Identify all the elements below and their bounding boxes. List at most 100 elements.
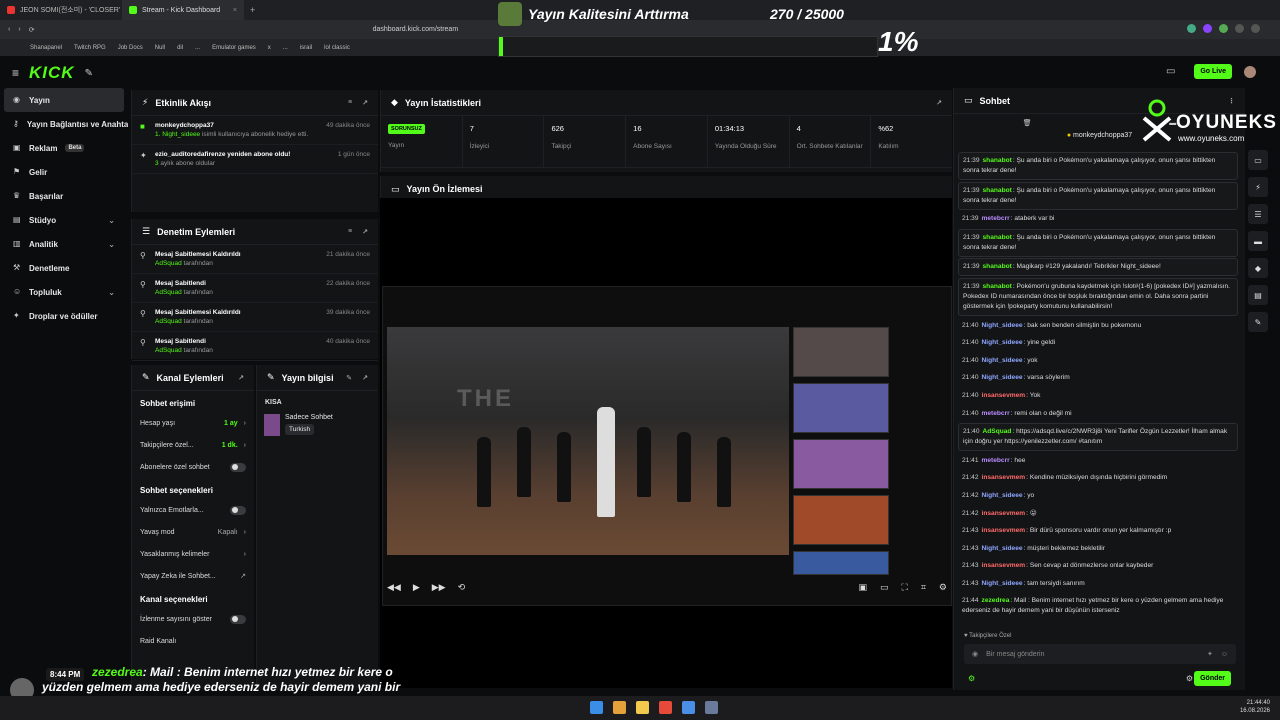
popout-icon[interactable]: ↗ [362, 99, 368, 107]
message-user[interactable]: shanabot [983, 187, 1012, 194]
settings-icon[interactable]: ⚙ [939, 582, 947, 593]
video-thumbnail[interactable] [793, 439, 889, 489]
popout-icon[interactable]: ↗ [362, 374, 368, 382]
fullscreen-icon[interactable]: ⛶ [902, 582, 908, 593]
start-icon[interactable] [590, 701, 603, 714]
bookmark[interactable]: Emulator games [212, 45, 256, 51]
forward-icon[interactable]: ▶▶ [432, 582, 446, 593]
message-user[interactable]: metebcrr [982, 215, 1010, 222]
bookmark[interactable]: Null [155, 45, 165, 51]
settings-icon[interactable]: ⚙ [1186, 674, 1193, 683]
bookmark[interactable]: ... [283, 45, 288, 51]
studio-icon[interactable]: ▭ [1166, 66, 1175, 77]
layers-icon[interactable]: ▤ [1248, 285, 1268, 305]
bookmark[interactable]: ... [195, 45, 200, 51]
sidebar-item-moderation[interactable]: ⚒ Denetleme [0, 256, 128, 280]
bookmark[interactable]: x [268, 45, 271, 51]
emote-only-toggle[interactable]: Yalnızca Emotlarla... [132, 499, 254, 521]
sidebar-item-yayin[interactable]: ◉ Yayın [4, 88, 124, 112]
url-field[interactable]: dashboard.kick.com/stream [373, 26, 459, 33]
trash-icon[interactable]: 🗑 [1023, 119, 1032, 127]
followers-only-select[interactable]: Takipçilere özel... 1 dk. › [132, 434, 254, 456]
message-user[interactable]: insansevmem [982, 562, 1026, 569]
extension-icon[interactable] [1251, 24, 1260, 33]
banned-words-link[interactable]: Yasaklanmış kelimeler › [132, 543, 254, 565]
message-user[interactable]: metebcrr [982, 457, 1010, 464]
message-user[interactable]: Night_sideee [982, 357, 1023, 364]
filter-icon[interactable]: ≡ [348, 99, 352, 107]
sidebar-item-revenue[interactable]: ⚑ Gelir [0, 160, 128, 184]
bookmark[interactable]: lol classic [324, 45, 350, 51]
panel-icon[interactable]: ▭ [1248, 150, 1268, 170]
wrench-icon[interactable]: ✎ [1248, 312, 1268, 332]
popout-icon[interactable]: ↗ [238, 374, 244, 382]
video-thumbnail[interactable] [793, 551, 889, 575]
message-user[interactable]: insansevmem [982, 510, 1026, 517]
camera-icon[interactable]: ▣ [859, 582, 868, 593]
speed-icon[interactable]: ⟲ [458, 582, 466, 593]
extension-icon[interactable] [1219, 24, 1228, 33]
sidebar-item-key[interactable]: ⚷ Yayın Bağlantısı ve Anahtarı [0, 112, 128, 136]
points-icon[interactable]: ⚙ [968, 674, 975, 683]
smile-icon[interactable]: ☺ [1221, 651, 1228, 658]
message-user[interactable]: insansevmem [982, 474, 1026, 481]
video-thumbnail[interactable] [793, 327, 889, 377]
browser-tab-somi[interactable]: JEON SOMI(전소미) - 'CLOSER' D × [0, 0, 122, 20]
chat-input[interactable]: ◉ Bir mesaj gönderin ✦ ☺ [964, 644, 1236, 664]
back-icon[interactable]: ‹ [8, 26, 10, 33]
extension-icon[interactable] [1203, 24, 1212, 33]
message-user[interactable]: shanabot [983, 263, 1012, 270]
message-user[interactable]: Night_sideee [982, 545, 1023, 552]
tool-icon[interactable]: ✎ [85, 68, 93, 79]
raid-channel-link[interactable]: Raid Kanalı [132, 630, 254, 652]
edit-icon[interactable]: ✎ [346, 374, 352, 382]
menu-icon[interactable]: ≡ [12, 66, 19, 80]
sidebar-item-achievements[interactable]: ♛ Başarılar [0, 184, 128, 208]
sidebar-item-analytics[interactable]: ▥ Analitik ⌄ [0, 232, 128, 256]
ai-chat-link[interactable]: Yapay Zeka ile Sohbet... ↗ [132, 565, 254, 587]
crop-icon[interactable]: ⌗ [921, 582, 926, 593]
list-icon[interactable]: ☰ [1248, 204, 1268, 224]
message-user[interactable]: shanabot [983, 234, 1012, 241]
browser-tab-kick[interactable]: Stream - Kick Dashboard × [122, 0, 244, 20]
filter-icon[interactable]: ≡ [348, 228, 352, 236]
bookmark[interactable]: Twitch RPG [74, 45, 106, 51]
bookmark[interactable]: Job Docs [118, 45, 143, 51]
bookmark[interactable]: Shanapanel [30, 45, 62, 51]
stream-preview[interactable]: THE ◀◀ ▶ ▶▶ ⟲ ▣ ▭ ⛶ ⌗ ⚙ [380, 198, 952, 688]
message-user[interactable]: AdSquad [983, 428, 1012, 435]
rewind-icon[interactable]: ◀◀ [387, 582, 401, 593]
lightning-icon[interactable]: ⚡ [1248, 177, 1268, 197]
bookmark[interactable]: dil [177, 45, 183, 51]
go-live-button[interactable]: Go Live [1194, 64, 1232, 79]
extension-icon[interactable] [1235, 24, 1244, 33]
browser-icon[interactable] [659, 701, 672, 714]
steam-icon[interactable] [705, 701, 718, 714]
message-user[interactable]: shanabot [983, 283, 1012, 290]
kick-logo[interactable]: KICK [29, 63, 75, 83]
bookmark[interactable]: israil [300, 45, 312, 51]
category-item[interactable]: Sadece Sohbet Turkish [257, 414, 378, 436]
app-icon[interactable] [682, 701, 695, 714]
pip-icon[interactable]: ▭ [880, 582, 889, 593]
avatar[interactable] [1244, 66, 1256, 78]
message-user[interactable]: shanabot [983, 157, 1012, 164]
forward-icon[interactable]: › [18, 26, 20, 33]
ai-icon[interactable]: ✦ [1207, 650, 1213, 658]
message-user[interactable]: metebcrr [982, 410, 1010, 417]
message-user[interactable]: Night_sideee [982, 492, 1023, 499]
video-thumbnail[interactable] [793, 495, 889, 545]
reload-icon[interactable]: ⟳ [29, 26, 35, 34]
message-user[interactable]: Night_sideee [982, 339, 1023, 346]
sidebar-item-community[interactable]: ☺ Topluluk ⌄ [0, 280, 128, 304]
account-age-select[interactable]: Hesap yaşı 1 ay › [132, 412, 254, 434]
folder-icon[interactable] [636, 701, 649, 714]
stats-icon[interactable]: ◆ [1248, 258, 1268, 278]
message-user[interactable]: Night_sideee [982, 374, 1023, 381]
popout-icon[interactable]: ↗ [362, 228, 368, 236]
message-user[interactable]: Night_sideee [982, 322, 1023, 329]
slow-mode-select[interactable]: Yavaş mod Kapalı › [132, 521, 254, 543]
popout-icon[interactable]: ↗ [936, 99, 942, 107]
message-user[interactable]: zezedrea [982, 597, 1010, 604]
sidebar-item-drops[interactable]: ✦ Droplar ve ödüller [0, 304, 128, 328]
